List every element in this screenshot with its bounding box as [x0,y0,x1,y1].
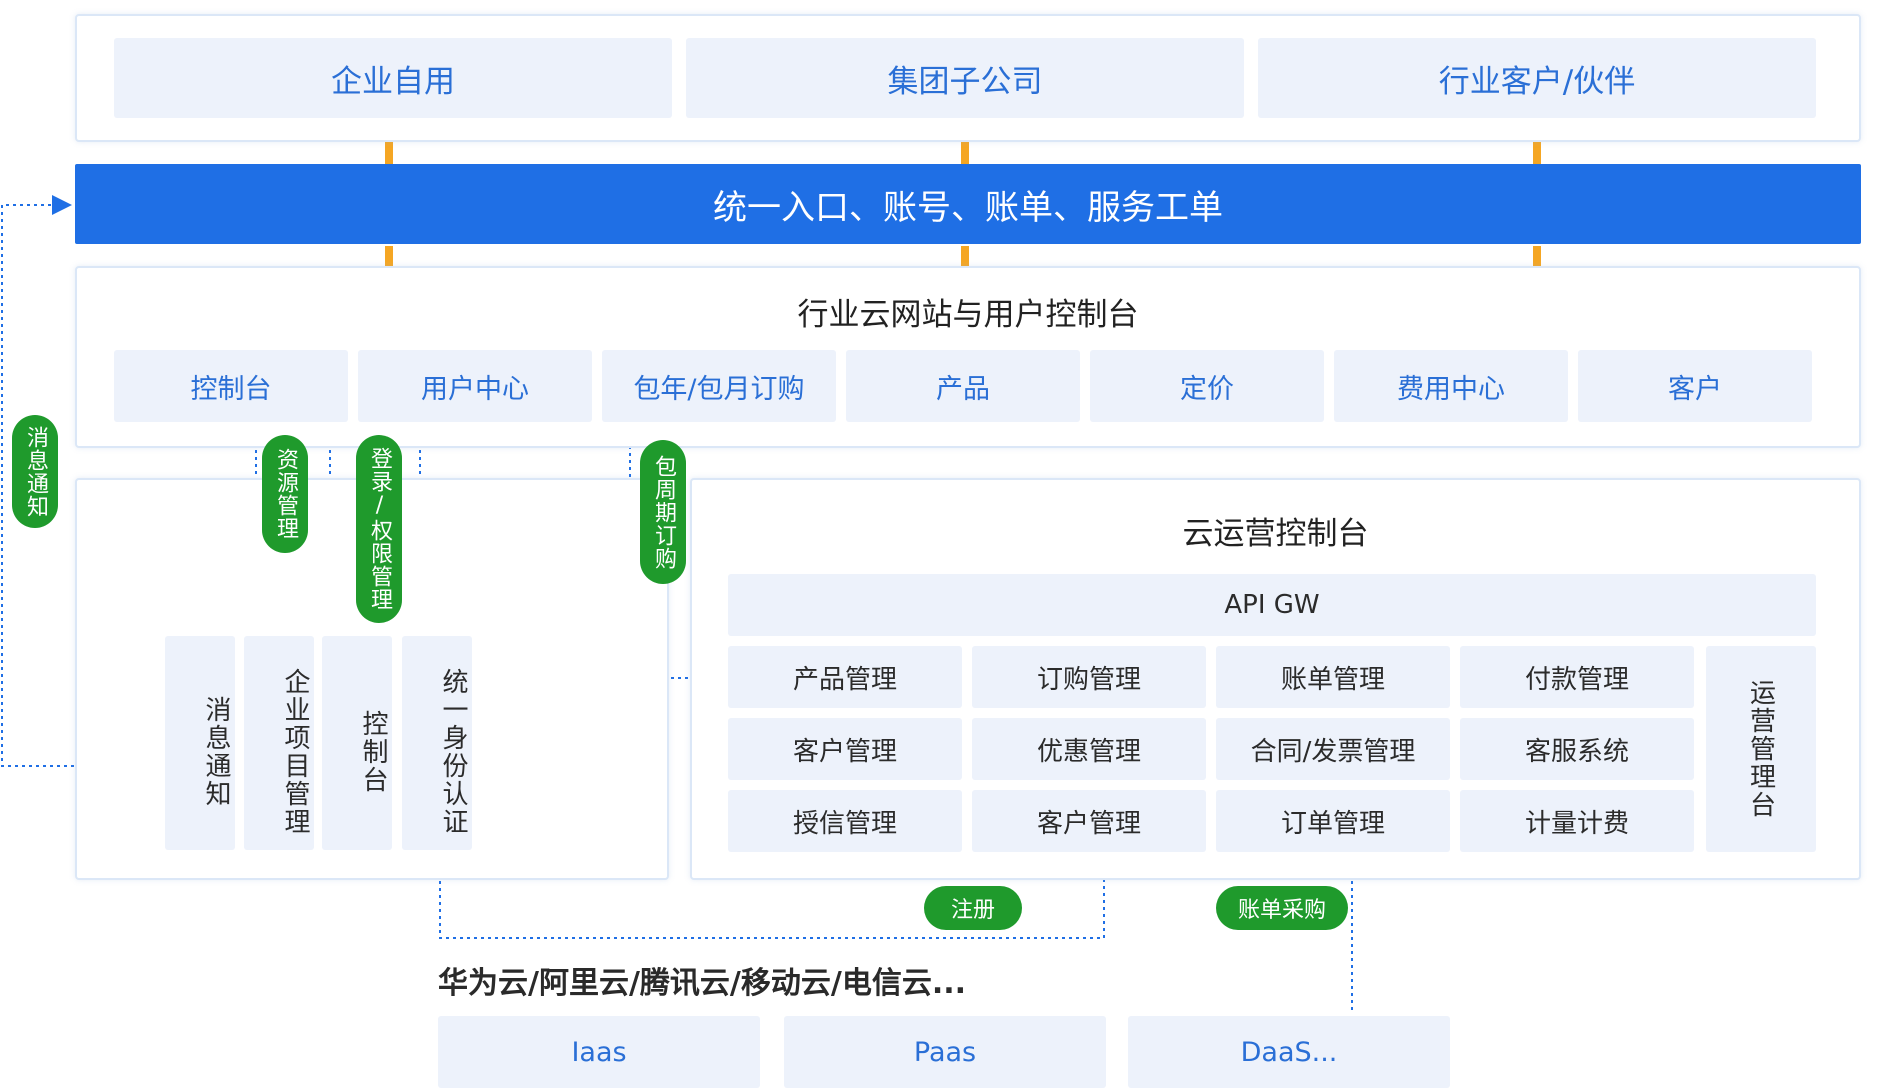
left-column: 控制台 [322,636,392,850]
provider-paas: Paas [784,1016,1106,1088]
target-industry-partner: 行业客户/伙伴 [1258,38,1816,118]
ops-cell: 订购管理 [972,646,1206,708]
ops-cell: 付款管理 [1460,646,1694,708]
ops-cell: 客服系统 [1460,718,1694,780]
ops-cell: 产品管理 [728,646,962,708]
ops-cell: 账单管理 [1216,646,1450,708]
ops-side: 运营管理台 [1706,646,1816,852]
pill-register: 注册 [924,886,1022,930]
portal-item: 费用中心 [1334,350,1568,422]
pill-cycle-order: 包周期订购 [640,440,686,584]
left-column: 企业项目管理 [244,636,314,850]
pill-login-permission: 登录/权限管理 [356,435,402,623]
pill-message-notify: 消息通知 [12,415,58,528]
target-group-subsidiary: 集团子公司 [686,38,1244,118]
portal-item: 定价 [1090,350,1324,422]
portal-item: 产品 [846,350,1080,422]
unified-entry-bar: 统一入口、账号、账单、服务工单 [75,164,1861,244]
ops-cell: 计量计费 [1460,790,1694,852]
ops-cell: 客户管理 [728,718,962,780]
api-gw: API GW [728,574,1816,636]
ops-cell: 授信管理 [728,790,962,852]
ops-cell: 合同/发票管理 [1216,718,1450,780]
target-enterprise: 企业自用 [114,38,672,118]
ops-cell: 优惠管理 [972,718,1206,780]
portal-item: 客户 [1578,350,1812,422]
providers-title: 华为云/阿里云/腾讯云/移动云/电信云... [438,966,967,1001]
pill-bill-purchase: 账单采购 [1216,886,1348,930]
provider-daas: DaaS... [1128,1016,1450,1088]
ops-title: 云运营控制台 [1182,515,1369,552]
left-column: 统一身份认证 [402,636,472,850]
portal-item: 控制台 [114,350,348,422]
portal-title: 行业云网站与用户控制台 [797,296,1139,333]
pill-resource-management: 资源管理 [262,435,308,553]
ops-cell: 客户管理 [972,790,1206,852]
ops-cell: 订单管理 [1216,790,1450,852]
provider-iaas: Iaas [438,1016,760,1088]
portal-item: 用户中心 [358,350,592,422]
portal-item: 包年/包月订购 [602,350,836,422]
left-column: 消息通知 [165,636,235,850]
